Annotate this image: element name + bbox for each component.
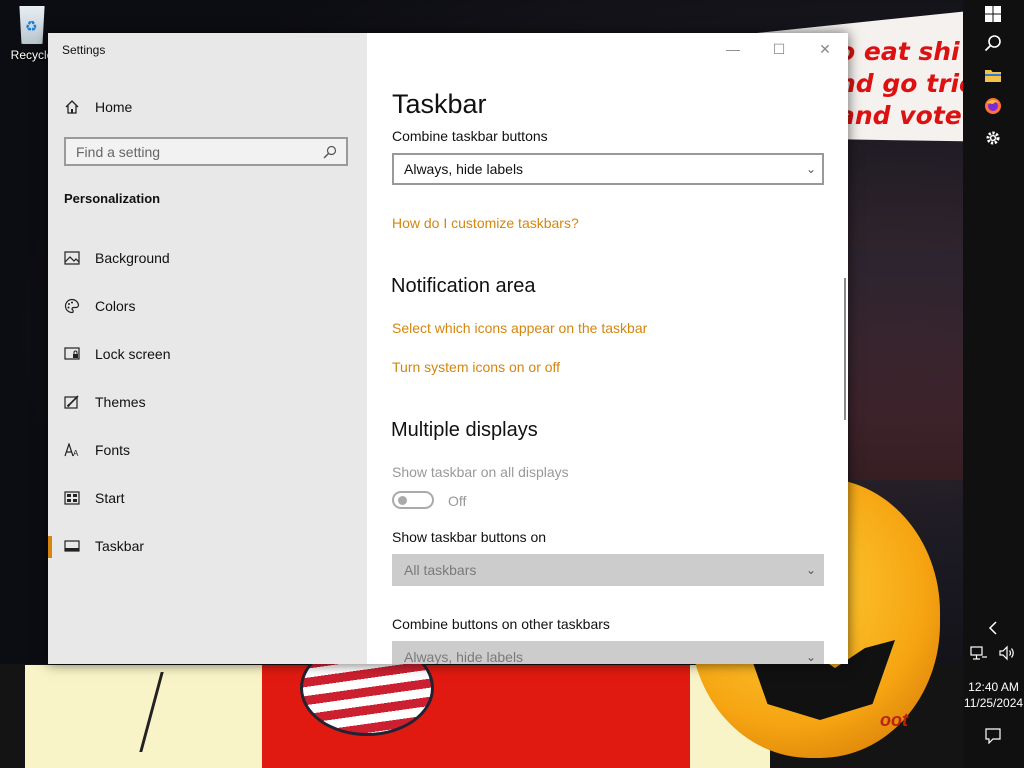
system-icons-link[interactable]: Turn system icons on or off (392, 359, 560, 375)
combine-other-dropdown[interactable]: Always, hide labels ⌄ (392, 641, 824, 664)
speaker-icon (998, 645, 1016, 666)
chevron-down-icon: ⌄ (806, 563, 817, 577)
combine-other-value: Always, hide labels (404, 649, 524, 664)
page-title: Taskbar (392, 89, 487, 119)
taskbar: 12:40 AM 11/25/2024 (963, 0, 1024, 768)
multiple-displays-heading: Multiple displays (391, 419, 538, 441)
search-placeholder: Find a setting (76, 143, 161, 160)
settings-window: Settings Home Find a setting Personaliza… (48, 33, 848, 664)
windows-logo-icon (985, 5, 1001, 27)
combine-other-label: Combine buttons on other taskbars (392, 616, 610, 632)
select-icons-link[interactable]: Select which icons appear on the taskbar (392, 320, 647, 336)
search-button[interactable] (977, 31, 1009, 59)
clock[interactable]: 12:40 AM 11/25/2024 (963, 680, 1024, 710)
sidebar-item-background[interactable]: Background (48, 234, 367, 282)
sidebar-item-start[interactable]: Start (48, 474, 367, 522)
wallpaper-caption: oot (880, 710, 908, 730)
home-nav-item[interactable]: Home (64, 95, 132, 119)
toggle-knob (398, 496, 407, 505)
settings-content: — ☐ ✕ Taskbar Combine taskbar buttons Al… (367, 33, 848, 664)
volume-button[interactable] (993, 641, 1021, 669)
minimize-button[interactable]: — (710, 33, 756, 65)
wallpaper-text-line: o eat shi (838, 37, 960, 66)
sidebar-item-label: Start (95, 490, 125, 506)
sidebar-item-label: Lock screen (95, 346, 171, 362)
firefox-icon (984, 97, 1002, 120)
sidebar-item-fonts[interactable]: A Fonts (48, 426, 367, 474)
sidebar-item-lock-screen[interactable]: Lock screen (48, 330, 367, 378)
find-setting-search[interactable]: Find a setting (64, 137, 348, 166)
clock-time: 12:40 AM (968, 680, 1019, 694)
network-button[interactable] (965, 641, 993, 669)
fonts-icon: A (63, 441, 81, 459)
gear-icon (985, 130, 1001, 151)
toggle-state-label: Off (448, 493, 467, 509)
chevron-down-icon: ⌄ (806, 650, 817, 664)
chevron-down-icon: ⌄ (806, 162, 817, 176)
show-buttons-dropdown[interactable]: All taskbars ⌄ (392, 554, 824, 586)
show-buttons-value: All taskbars (404, 562, 477, 578)
show-hidden-icons-button[interactable] (977, 616, 1009, 644)
sidebar-item-label: Fonts (95, 442, 131, 458)
sidebar-item-label: Background (95, 250, 170, 266)
show-buttons-label: Show taskbar buttons on (392, 529, 547, 545)
start-icon (63, 489, 81, 507)
customize-help-link[interactable]: How do I customize taskbars? (392, 215, 579, 231)
home-label: Home (95, 99, 133, 115)
firefox-button[interactable] (977, 94, 1009, 122)
file-explorer-button[interactable] (977, 63, 1009, 91)
notification-area-heading: Notification area (391, 275, 536, 297)
search-icon (984, 34, 1002, 57)
show-all-displays-toggle[interactable] (392, 491, 434, 509)
brush-icon (63, 393, 81, 411)
settings-button[interactable] (977, 126, 1009, 154)
start-button[interactable] (977, 2, 1009, 30)
sidebar-item-label: Taskbar (95, 538, 145, 554)
wallpaper-tree (850, 250, 963, 480)
window-controls: — ☐ ✕ (710, 33, 848, 65)
settings-sidebar: Settings Home Find a setting Personaliza… (48, 33, 367, 664)
active-indicator (48, 536, 52, 558)
clock-date: 11/25/2024 (963, 696, 1024, 710)
action-center-button[interactable] (977, 724, 1009, 752)
taskbar-icon (63, 537, 81, 555)
network-icon (970, 645, 988, 666)
wallpaper-text-line: and vote! (838, 101, 963, 130)
lock-screen-icon (63, 345, 81, 363)
show-all-displays-label: Show taskbar on all displays (392, 464, 569, 480)
scrollbar[interactable] (844, 278, 846, 420)
combine-value: Always, hide labels (404, 161, 524, 177)
picture-icon (63, 249, 81, 267)
notification-icon (985, 727, 1001, 749)
chevron-left-icon (988, 620, 998, 640)
palette-icon (63, 297, 81, 315)
maximize-button[interactable]: ☐ (756, 33, 802, 65)
wallpaper-yellow-panel (25, 665, 265, 768)
combine-label: Combine taskbar buttons (392, 128, 548, 144)
wallpaper-text-line: nd go trick (838, 69, 963, 98)
recycle-bin-icon: ♻ (19, 6, 45, 44)
wallpaper-poster-text: o eat shi nd go trick and vote! (838, 36, 963, 132)
folder-icon (984, 67, 1002, 88)
sidebar-nav: Background Colors Lock screen Themes A F… (48, 234, 367, 570)
window-title: Settings (62, 43, 106, 57)
home-icon (64, 99, 80, 115)
combine-dropdown[interactable]: Always, hide labels ⌄ (392, 153, 824, 185)
sidebar-item-themes[interactable]: Themes (48, 378, 367, 426)
close-button[interactable]: ✕ (802, 33, 848, 65)
sidebar-item-label: Colors (95, 298, 136, 314)
section-heading: Personalization (64, 191, 161, 206)
sidebar-item-label: Themes (95, 394, 146, 410)
sidebar-item-colors[interactable]: Colors (48, 282, 367, 330)
sidebar-item-taskbar[interactable]: Taskbar (48, 522, 367, 570)
search-icon[interactable] (320, 142, 340, 162)
svg-text:A: A (73, 449, 79, 457)
